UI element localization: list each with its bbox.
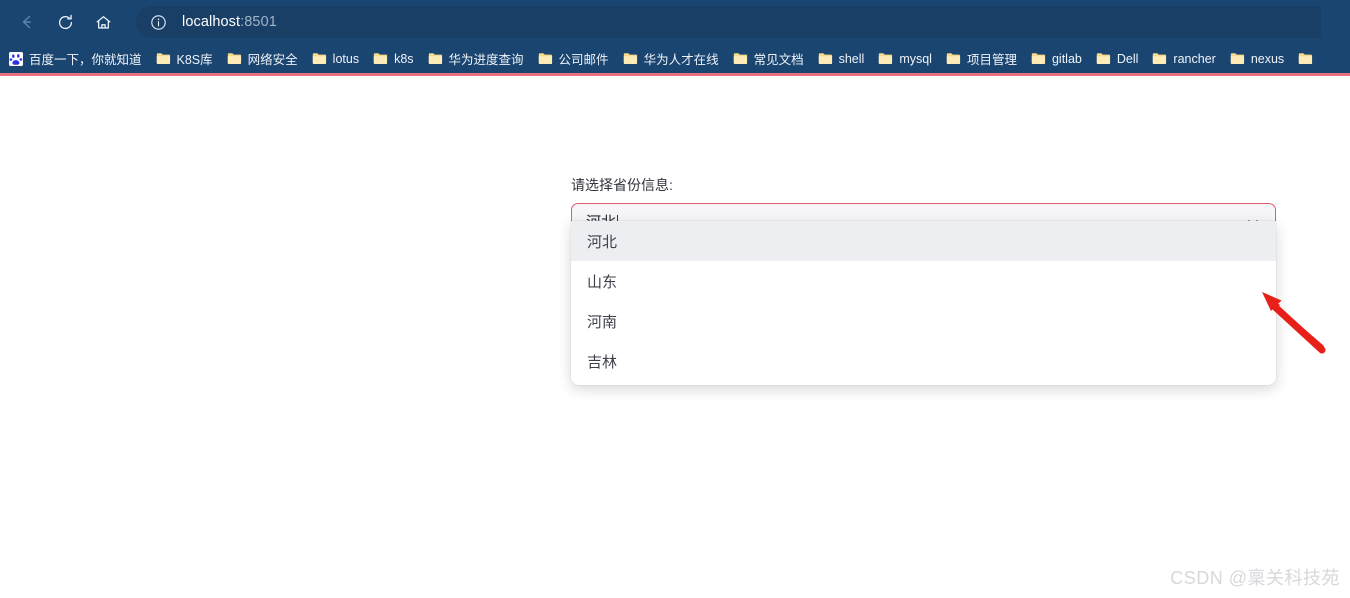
- folder-icon: [878, 52, 893, 65]
- bookmark-label: nexus: [1250, 51, 1285, 66]
- bookmark-item[interactable]: 常见文档: [726, 48, 811, 70]
- bookmark-item[interactable]: 百度一下，你就知道: [2, 48, 149, 70]
- bookmark-item[interactable]: gitlab: [1024, 48, 1089, 70]
- bookmark-item[interactable]: nexus: [1223, 48, 1291, 70]
- bookmark-item[interactable]: [1291, 48, 1320, 70]
- dropdown-option-label: 山东: [587, 273, 618, 291]
- bookmark-label: 网络安全: [247, 53, 298, 67]
- bookmark-item[interactable]: K8S库: [149, 48, 220, 70]
- folder-icon: [1152, 52, 1167, 65]
- bookmark-label: rancher: [1173, 51, 1216, 66]
- bookmark-label: 项目管理: [966, 53, 1017, 67]
- bookmark-label: shell: [838, 51, 865, 66]
- folder-icon: [538, 52, 553, 65]
- bookmark-label: k8s: [394, 51, 414, 66]
- reload-button[interactable]: [46, 6, 84, 38]
- browser-chrome: localhost:8501 百度一下，你就知道 K8S库 网络安全 lotus k8s…: [0, 0, 1350, 73]
- dropdown-option-label: 河南: [587, 313, 618, 331]
- folder-icon: [373, 52, 388, 65]
- bookmark-item[interactable]: rancher: [1145, 48, 1222, 70]
- folder-icon: [227, 52, 242, 65]
- watermark: CSDN @稟关科技苑: [1170, 568, 1340, 588]
- bookmark-label: gitlab: [1051, 51, 1082, 66]
- reload-icon: [56, 13, 75, 32]
- folder-icon: [312, 52, 327, 65]
- bookmark-item[interactable]: Dell: [1089, 48, 1146, 70]
- bookmark-item[interactable]: 网络安全: [220, 48, 305, 70]
- page-content: 请选择省份信息: 河北 河北山东河南吉林 CSDN @稟关科技苑: [0, 76, 1350, 598]
- arrow-left-icon: [17, 12, 37, 32]
- bookmark-item[interactable]: 公司邮件: [531, 48, 616, 70]
- dropdown-option[interactable]: 河南: [571, 301, 1276, 341]
- bookmark-item[interactable]: 华为进度查询: [421, 48, 531, 70]
- bookmark-item[interactable]: lotus: [305, 48, 366, 70]
- dropdown-option[interactable]: 河北: [571, 221, 1276, 261]
- address-bar[interactable]: localhost:8501: [136, 6, 1321, 38]
- folder-icon: [1096, 52, 1111, 65]
- dropdown-option[interactable]: 山东: [571, 261, 1276, 301]
- bookmark-item[interactable]: shell: [811, 48, 872, 70]
- home-icon: [94, 13, 113, 32]
- folder-icon: [623, 52, 638, 65]
- browser-toolbar: localhost:8501: [0, 0, 1350, 44]
- province-dropdown-list[interactable]: 河北 山东 河南 吉林: [571, 221, 1276, 385]
- bookmark-label: 百度一下，你就知道: [29, 53, 142, 67]
- dropdown-option-label: 吉林: [587, 353, 618, 371]
- folder-icon: [1031, 52, 1046, 65]
- bookmarks-bar: 百度一下，你就知道 K8S库 网络安全 lotus k8s 华为进度查询 公司邮件 华为人才在…: [0, 44, 1350, 73]
- home-button[interactable]: [84, 6, 122, 38]
- folder-icon: [733, 52, 748, 65]
- info-circle-icon[interactable]: [148, 12, 168, 32]
- bookmark-item[interactable]: 华为人才在线: [616, 48, 726, 70]
- bookmark-label: mysql: [899, 51, 932, 66]
- url-text: localhost:8501: [182, 14, 277, 30]
- folder-icon: [428, 52, 443, 65]
- baidu-favicon: [9, 51, 23, 66]
- bookmark-label: Dell: [1116, 51, 1139, 66]
- url-host: localhost: [182, 14, 241, 30]
- bookmark-item[interactable]: k8s: [366, 48, 420, 70]
- province-select-block: 请选择省份信息: 河北 河北山东河南吉林: [571, 176, 1276, 385]
- dropdown-option[interactable]: 吉林: [571, 341, 1276, 381]
- bookmark-label: 公司邮件: [558, 53, 609, 67]
- folder-icon: [1298, 52, 1313, 65]
- folder-icon: [1230, 52, 1245, 65]
- folder-icon: [156, 52, 171, 65]
- bookmark-label: lotus: [332, 51, 360, 66]
- bookmark-item[interactable]: mysql: [871, 48, 939, 70]
- province-select-label: 请选择省份信息:: [571, 177, 673, 193]
- dropdown-option-label: 河北: [587, 233, 618, 251]
- bookmark-label: 常见文档: [753, 53, 804, 67]
- folder-icon: [946, 52, 961, 65]
- bookmark-label: K8S库: [176, 53, 213, 67]
- bookmark-label: 华为进度查询: [448, 53, 524, 67]
- bookmark-item[interactable]: 项目管理: [939, 48, 1024, 70]
- back-button[interactable]: [8, 6, 46, 38]
- folder-icon: [818, 52, 833, 65]
- url-port: :8501: [240, 14, 277, 30]
- bookmark-label: 华为人才在线: [643, 53, 719, 67]
